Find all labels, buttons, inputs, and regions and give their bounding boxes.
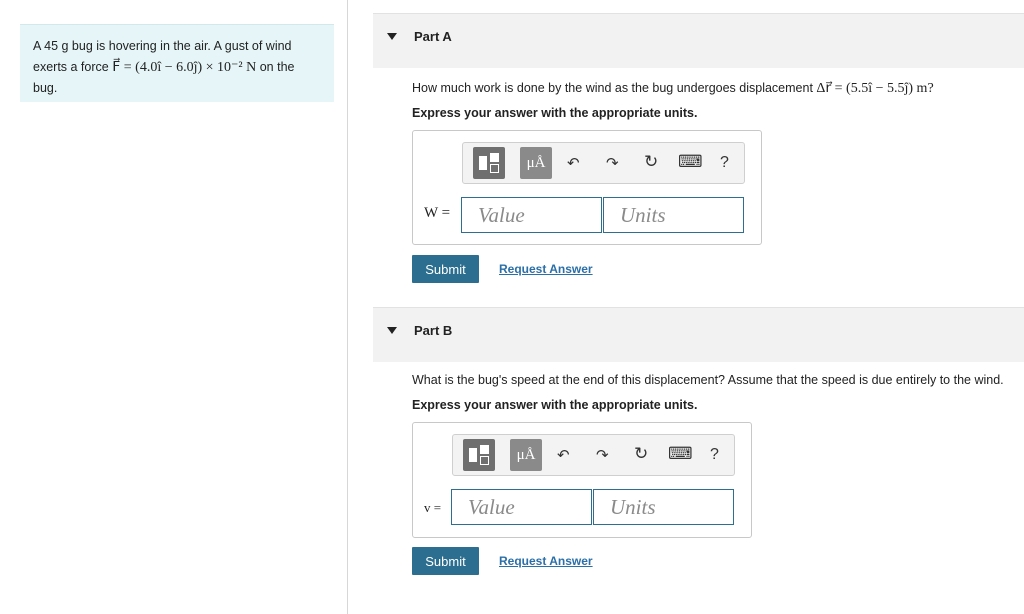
part-b-toolbar: μÅ ↶ ↷ ↻ ⌨ ? [452,434,735,476]
help-icon[interactable]: ? [720,154,729,172]
help-icon[interactable]: ? [710,446,719,464]
force-expression: F⃗ = (4.0î − 6.0ĵ) × 10⁻² N [112,60,257,75]
part-a-header[interactable]: Part A [373,13,1024,68]
collapse-caret-icon[interactable] [387,33,397,40]
part-a-toolbar: μÅ ↶ ↷ ↻ ⌨ ? [462,142,745,184]
part-a-value-input[interactable] [462,198,601,232]
part-a-value-field[interactable] [461,197,602,233]
part-a-question-text: How much work is done by the wind as the… [412,81,817,95]
reset-icon[interactable]: ↻ [644,153,658,170]
units-button[interactable]: μÅ [520,147,552,179]
part-b-answer-box: μÅ ↶ ↷ ↻ ⌨ ? v = [412,422,752,538]
undo-icon[interactable]: ↶ [567,156,580,171]
part-b-request-answer-link[interactable]: Request Answer [499,554,593,568]
part-a-title: Part A [414,29,452,44]
displacement-expression: Δr⃗ = (5.5î − 5.5ĵ) m? [816,81,934,96]
keyboard-icon[interactable]: ⌨ [668,445,693,462]
undo-icon[interactable]: ↶ [557,448,570,463]
part-b-value-field[interactable] [451,489,592,525]
part-a-submit-button[interactable]: Submit [412,255,479,283]
redo-icon[interactable]: ↷ [596,448,609,463]
templates-icon[interactable] [463,439,495,471]
part-a-units-field[interactable] [603,197,744,233]
part-b-answer-label: v = [424,500,442,515]
templates-icon[interactable] [473,147,505,179]
part-b-title: Part B [414,323,453,338]
part-b-header[interactable]: Part B [373,307,1024,362]
part-a-request-answer-link[interactable]: Request Answer [499,262,593,276]
panel-divider [347,0,348,614]
redo-icon[interactable]: ↷ [606,156,619,171]
part-a-answer-label: W = [424,205,451,221]
collapse-caret-icon[interactable] [387,327,397,334]
part-a-units-input[interactable] [604,198,743,232]
part-a-instruction: Express your answer with the appropriate… [412,106,698,120]
reset-icon[interactable]: ↻ [634,445,648,462]
keyboard-icon[interactable]: ⌨ [678,153,703,170]
part-a-answer-box: μÅ ↶ ↷ ↻ ⌨ ? W = [412,130,762,245]
units-button[interactable]: μÅ [510,439,542,471]
part-b-units-input[interactable] [594,490,733,524]
part-b-units-field[interactable] [593,489,734,525]
part-b-value-input[interactable] [452,490,591,524]
part-b-instruction: Express your answer with the appropriate… [412,398,698,412]
problem-statement: A 45 g bug is hovering in the air. A gus… [20,24,334,102]
part-b-question: What is the bug's speed at the end of th… [412,373,1004,387]
part-b-submit-button[interactable]: Submit [412,547,479,575]
part-a-question: How much work is done by the wind as the… [412,80,934,97]
